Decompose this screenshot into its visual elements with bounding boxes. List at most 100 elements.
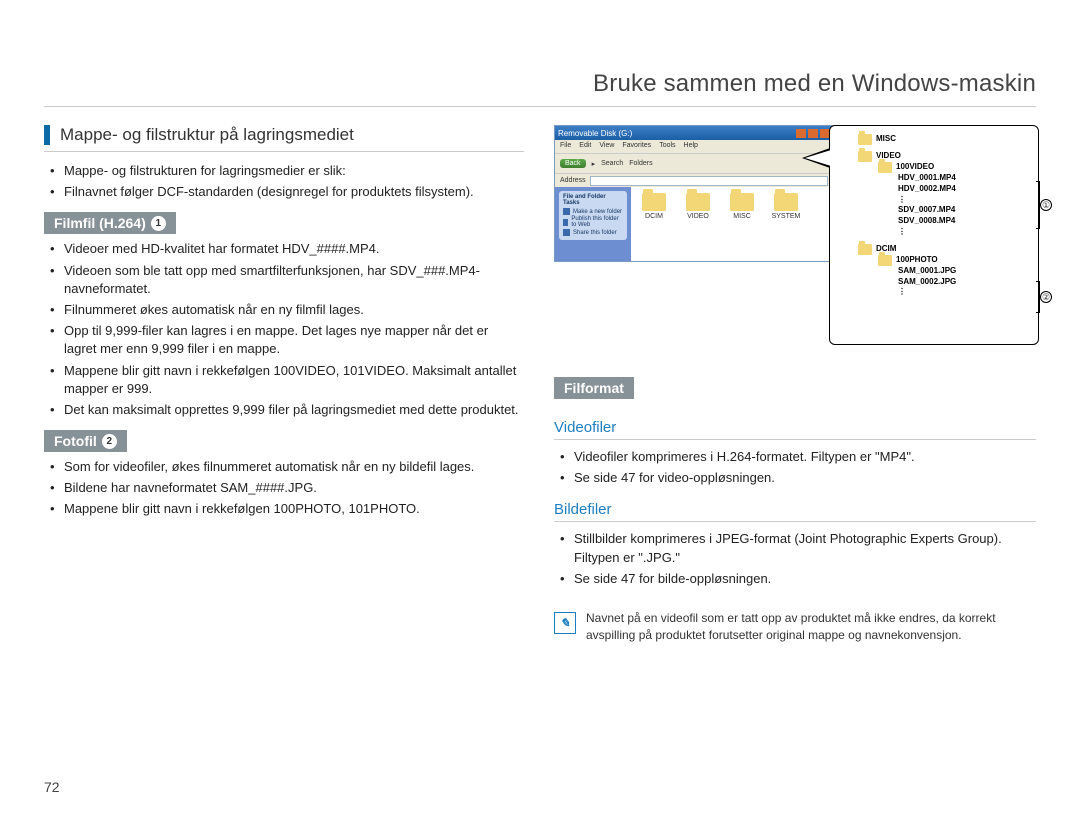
intro-bullet-list: Mappe- og filstrukturen for lagringsmedi… [44,162,524,201]
list-item: Mappene blir gitt navn i rekkefølgen 100… [50,500,524,518]
list-item: Stillbilder komprimeres i JPEG-format (J… [560,530,1036,566]
explorer-body: File and Folder Tasks Make a new folder … [555,187,833,261]
folder-icon [858,134,872,145]
list-item: Videoen som ble tatt opp med smartfilter… [50,262,524,298]
toolbar: Back ▸ Search Folders [555,153,833,173]
address-field [590,176,828,186]
tree-label: MISC [876,134,896,145]
folder-icon [878,255,892,266]
menu-item: Help [684,142,698,151]
folder-icon [686,193,710,211]
reference-marker-1: ① [1040,199,1052,211]
list-item: Videoer med HD-kvalitet har formatet HDV… [50,240,524,258]
list-item: Filnavnet følger DCF-standarden (designr… [50,183,524,201]
task-label: Share this folder [573,230,617,236]
tree-node: DCIM [838,244,1030,255]
list-item: Bildene har navneformatet SAM_####.JPG. [50,479,524,497]
page-number: 72 [44,779,60,795]
ellipsis-icon: ⋮ [838,195,1030,206]
task-label: Publish this folder to Web [571,216,623,228]
tag-label: Filmfil (H.264) [54,215,146,231]
menu-item: Edit [579,142,591,151]
tree-label: 100PHOTO [896,255,938,266]
window-title: Removable Disk (G:) [558,129,632,138]
tasks-header: File and Folder Tasks [563,194,623,206]
ellipsis-icon: ⋮ [838,227,1030,238]
section-heading: Mappe- og filstruktur på lagringsmediet [44,125,524,145]
image-bullet-list: Stillbilder komprimeres i JPEG-format (J… [554,530,1036,588]
address-bar: Address [555,173,833,187]
list-item: Se side 47 for video-oppløsningen. [560,469,1036,487]
folder-icon [878,162,892,173]
subheading-videofiler: Videofiler [554,419,1036,440]
two-column-layout: Mappe- og filstruktur på lagringsmediet … [44,125,1036,644]
list-item: Se side 47 for bilde-oppløsningen. [560,570,1036,588]
folder-icon [858,244,872,255]
address-label: Address [560,177,586,184]
list-item: Opp til 9,999-filer kan lagres i en mapp… [50,322,524,358]
video-bullet-list: Videofiler komprimeres i H.264-formatet.… [554,448,1036,487]
folder-icon [858,151,872,162]
tree-file: SDV_0007.MP4 [838,205,1030,216]
menu-item: File [560,142,571,151]
filmfil-bullet-list: Videoer med HD-kvalitet har formatet HDV… [44,240,524,419]
tag-number-badge: 1 [151,216,166,231]
folder-icon [730,193,754,211]
task-label: Make a new folder [573,209,622,215]
tree-node: MISC [838,134,1030,145]
tree-label: 100VIDEO [896,162,934,173]
folder-label: DCIM [645,213,663,220]
menu-bar: File Edit View Favorites Tools Help [555,140,833,153]
tree-file: HDV_0001.MP4 [838,173,1030,184]
window-titlebar: Removable Disk (G:) [555,126,833,140]
folders-button: Folders [629,160,652,167]
tree-file: HDV_0002.MP4 [838,184,1030,195]
folder-item: VIDEO [681,193,715,255]
tag-filmfil: Filmfil (H.264) 1 [44,212,176,234]
subheading-bildefiler: Bildefiler [554,501,1036,522]
explorer-window: Removable Disk (G:) File Edit View Favor… [554,125,834,262]
tree-file: SAM_0002.JPG [838,277,1030,288]
task-icon [563,219,568,226]
note-block: ✎ Navnet på en videofil som er tatt opp … [554,610,1036,644]
task-item: Publish this folder to Web [563,216,623,228]
task-item: Share this folder [563,229,623,236]
tag-fotofil: Fotofil 2 [44,430,127,452]
folder-tree: MISC VIDEO 100VIDEO HDV_0001.MP4 HDV_000… [838,134,1030,298]
menu-item: Tools [659,142,675,151]
list-item: Det kan maksimalt opprettes 9,999 filer … [50,401,524,419]
tree-node: 100VIDEO [838,162,1030,173]
folder-label: VIDEO [687,213,709,220]
tree-node: VIDEO [838,151,1030,162]
tag-label: Filformat [564,380,624,396]
tree-file: SAM_0001.JPG [838,266,1030,277]
folder-icon [774,193,798,211]
list-item: Filnummeret økes automatisk når en ny fi… [50,301,524,319]
tag-filformat: Filformat [554,377,634,399]
list-item: Videofiler komprimeres i H.264-formatet.… [560,448,1036,466]
divider [44,151,524,152]
list-item: Mappe- og filstrukturen for lagringsmedi… [50,162,524,180]
menu-item: View [599,142,614,151]
list-item: Mappene blir gitt navn i rekkefølgen 100… [50,362,524,398]
task-item: Make a new folder [563,208,623,215]
folder-item: SYSTEM [769,193,803,255]
task-icon [563,229,570,236]
window-controls [796,129,830,138]
tag-label: Fotofil [54,433,97,449]
minimize-icon [796,129,806,138]
reference-marker-2: ② [1040,291,1052,303]
folder-label: SYSTEM [772,213,801,220]
menu-item: Favorites [622,142,651,151]
note-icon: ✎ [554,612,576,634]
left-column: Mappe- og filstruktur på lagringsmediet … [44,125,524,644]
tasks-panel: File and Folder Tasks Make a new folder … [555,187,631,261]
tree-node: 100PHOTO [838,255,1030,266]
search-button: Search [601,160,623,167]
fotofil-bullet-list: Som for videofiler, økes filnummeret aut… [44,458,524,519]
folder-pane: DCIM VIDEO MISC SYSTEM [631,187,833,261]
tag-number-badge: 2 [102,434,117,449]
manual-page: Bruke sammen med en Windows-maskin Mappe… [0,0,1080,825]
structure-figure: Removable Disk (G:) File Edit View Favor… [554,125,1036,355]
tree-file: SDV_0008.MP4 [838,216,1030,227]
